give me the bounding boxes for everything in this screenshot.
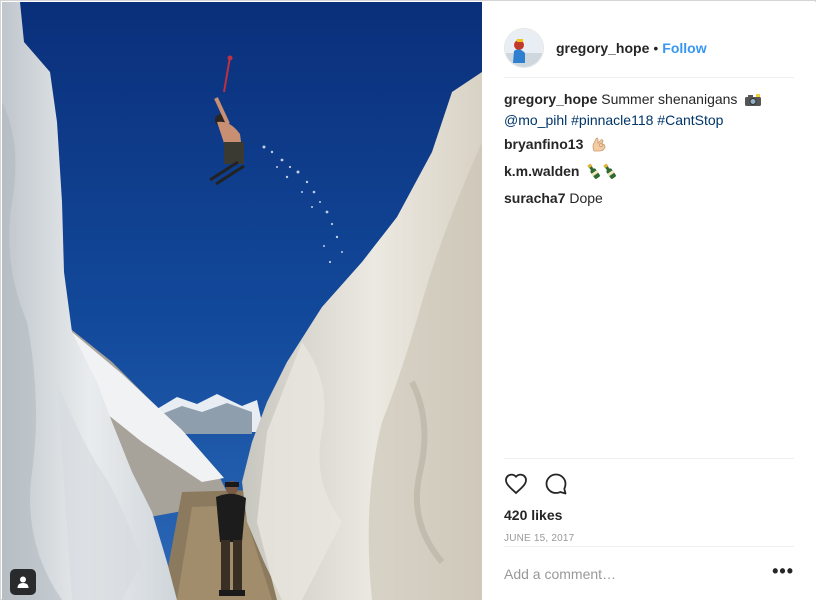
caption-text: Summer shenanigans xyxy=(601,91,738,107)
comment-text: Dope xyxy=(569,190,603,206)
post-modal: gregory_hope • Follow gregory_hope Summe… xyxy=(0,0,816,600)
caption-mention[interactable]: @mo_pihl xyxy=(504,112,567,128)
ok-hand-icon xyxy=(590,136,608,156)
tagged-users-button[interactable] xyxy=(10,569,36,595)
post-actions-area: 420 likes June 15, 2017 xyxy=(504,458,794,544)
comment: suracha7 Dope xyxy=(504,189,794,207)
header-separator: • xyxy=(653,39,659,56)
comment-username[interactable]: suracha7 xyxy=(504,190,565,206)
comment-username[interactable]: bryanfino13 xyxy=(504,136,583,152)
comment-button[interactable] xyxy=(540,468,572,500)
author-avatar[interactable] xyxy=(504,27,544,68)
action-bar xyxy=(504,459,794,503)
like-button[interactable] xyxy=(500,468,532,500)
hashtag[interactable]: #pinnacle118 xyxy=(571,112,653,128)
post-date: June 15, 2017 xyxy=(504,533,575,544)
likes-count[interactable]: 420 likes xyxy=(504,507,794,523)
photo-scene xyxy=(2,2,482,600)
caption-username[interactable]: gregory_hope xyxy=(504,91,597,107)
comment-username[interactable]: k.m.walden xyxy=(504,163,579,179)
comment: bryanfino13 xyxy=(504,135,794,156)
caption: gregory_hope Summer shenanigans @mo_pihl… xyxy=(504,90,794,129)
champagne-bottles-icon xyxy=(586,163,620,183)
speech-bubble-icon xyxy=(545,473,567,495)
person-icon xyxy=(17,576,29,588)
hashtag[interactable]: #CantStop xyxy=(657,112,723,128)
comments-list: gregory_hope Summer shenanigans @mo_pihl… xyxy=(504,90,794,213)
author-username[interactable]: gregory_hope xyxy=(556,40,649,56)
post-side-panel: gregory_hope • Follow gregory_hope Summe… xyxy=(482,2,816,600)
post-photo[interactable] xyxy=(2,2,482,600)
comment-input[interactable] xyxy=(504,565,744,582)
comment: k.m.walden xyxy=(504,162,794,183)
camera-with-flash-icon xyxy=(744,93,762,111)
add-comment-bar: ••• xyxy=(504,546,794,600)
post-header: gregory_hope • Follow xyxy=(504,18,794,78)
follow-button[interactable]: Follow xyxy=(662,40,706,56)
more-options-button[interactable]: ••• xyxy=(772,562,794,582)
heart-icon xyxy=(505,473,527,495)
